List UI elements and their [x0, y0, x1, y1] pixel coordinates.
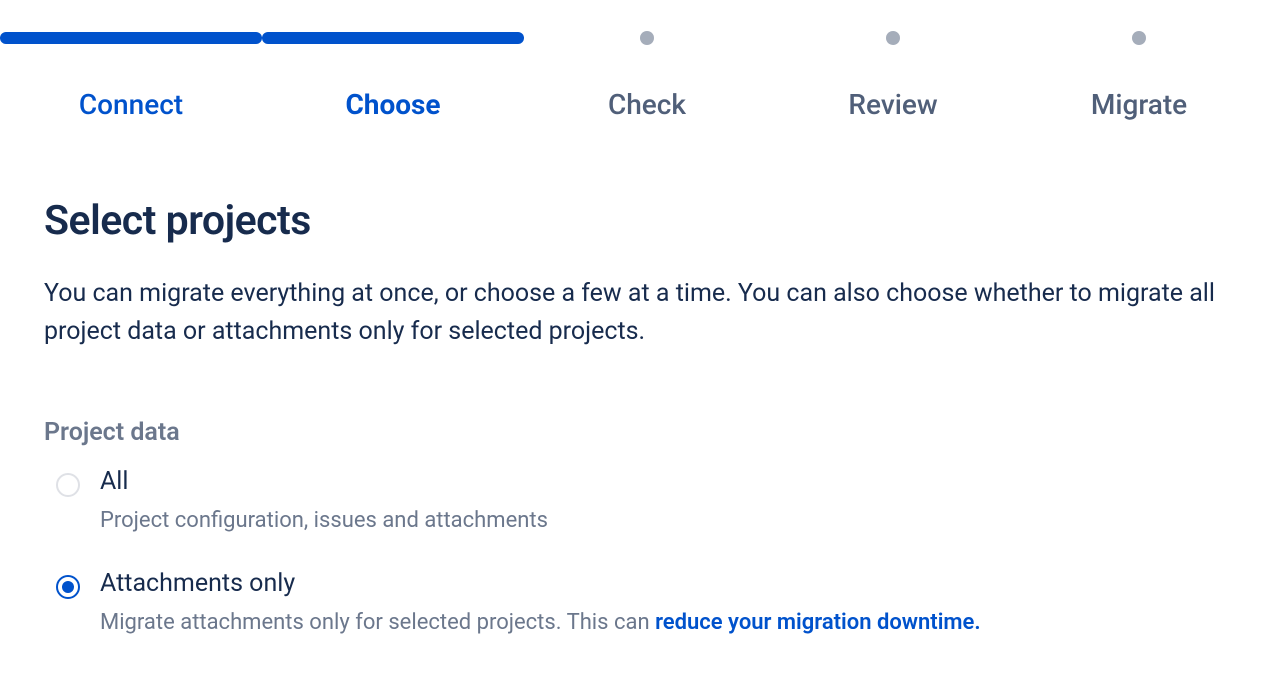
step-label: Migrate	[1091, 88, 1187, 121]
radio-label: All	[100, 467, 1218, 496]
step-label: Connect	[79, 88, 183, 121]
step-label: Choose	[345, 88, 440, 121]
step-bar-indicator	[262, 30, 524, 46]
radio-button[interactable]	[56, 473, 80, 497]
description-suffix: .	[974, 610, 980, 635]
radio-option-attachments-only[interactable]: Attachments only Migrate attachments onl…	[56, 569, 1218, 639]
radio-label: Attachments only	[100, 569, 1218, 598]
project-data-heading: Project data	[44, 418, 1218, 447]
step-migrate[interactable]: Migrate	[1016, 30, 1262, 121]
step-dot-indicator	[1132, 30, 1146, 46]
radio-description: Project configuration, issues and attach…	[100, 506, 1218, 537]
radio-content: Attachments only Migrate attachments onl…	[100, 569, 1218, 639]
step-label: Review	[848, 88, 937, 121]
step-choose[interactable]: Choose	[262, 30, 524, 121]
radio-description: Migrate attachments only for selected pr…	[100, 608, 1218, 639]
project-data-radio-group: All Project configuration, issues and at…	[44, 467, 1218, 639]
main-content: Select projects You can migrate everythi…	[0, 197, 1262, 639]
step-connect[interactable]: Connect	[0, 30, 262, 121]
step-bar-indicator	[0, 30, 262, 46]
radio-content: All Project configuration, issues and at…	[100, 467, 1218, 537]
step-dot-indicator	[886, 30, 900, 46]
step-label: Check	[608, 88, 686, 121]
reduce-downtime-link[interactable]: reduce your migration downtime	[655, 610, 974, 635]
step-review[interactable]: Review	[770, 30, 1016, 121]
radio-option-all[interactable]: All Project configuration, issues and at…	[56, 467, 1218, 537]
step-dot-indicator	[640, 30, 654, 46]
step-check[interactable]: Check	[524, 30, 770, 121]
page-description: You can migrate everything at once, or c…	[44, 275, 1218, 350]
progress-stepper: Connect Choose Check Review Migrate	[0, 0, 1262, 161]
radio-button[interactable]	[56, 575, 80, 599]
description-prefix: Migrate attachments only for selected pr…	[100, 610, 655, 635]
page-title: Select projects	[44, 197, 1218, 245]
